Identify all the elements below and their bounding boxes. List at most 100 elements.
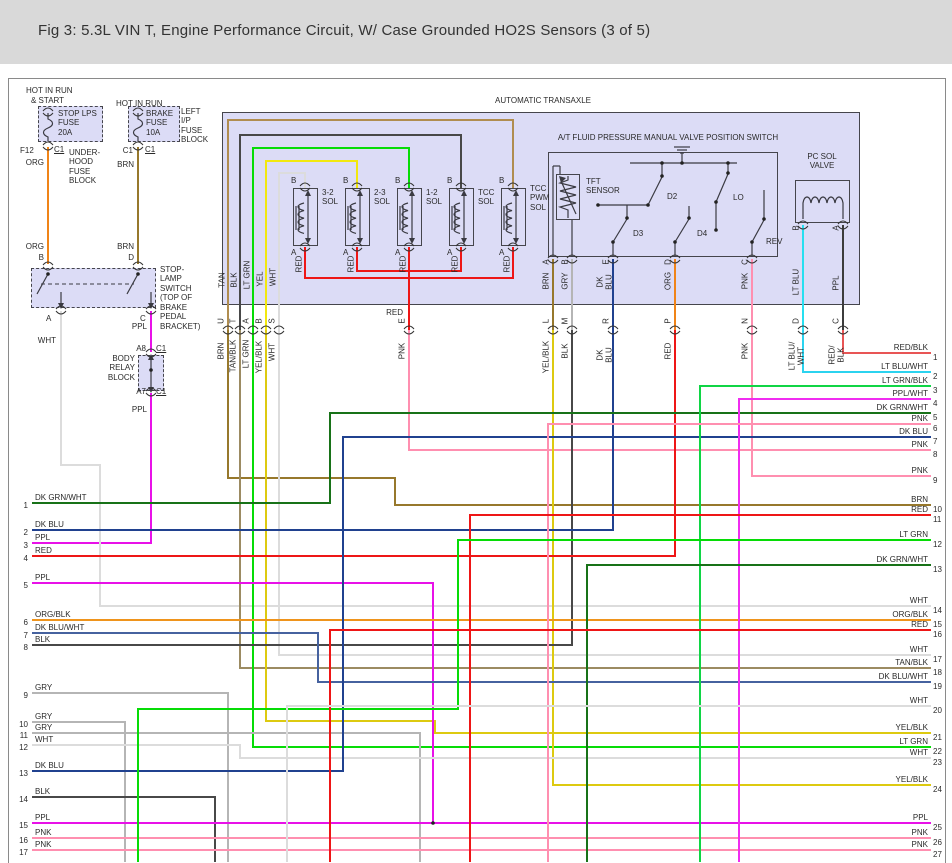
solenoid-2-3 [345, 188, 370, 246]
diagram-label: TFT SENSOR [586, 177, 620, 196]
right-stub-number: 10 [933, 505, 942, 514]
diagram-label: PPL [131, 322, 147, 331]
right-stub-number: 8 [933, 450, 938, 459]
wire-lt_grn [252, 147, 410, 149]
stop-lamp-switch-box [31, 268, 156, 308]
right-stub-number: 18 [933, 668, 942, 677]
diagram-label: PPL [831, 275, 841, 291]
left-stub-label: DK BLU/WHT [35, 623, 85, 632]
right-stub-label: DK BLU/WHT [878, 672, 928, 681]
wire-yel_blk [265, 330, 267, 722]
solenoid-tcc-pwm [501, 188, 526, 246]
diagram-label: RED [502, 255, 512, 273]
right-stub-label: PNK [911, 414, 928, 423]
right-stub-label: PNK [911, 440, 928, 449]
left-stub-number: 5 [23, 581, 28, 590]
diagram-label: BODY RELAY BLOCK [107, 354, 135, 382]
wire-lt_blu [802, 225, 804, 330]
wire-red [469, 514, 471, 862]
wire-red [512, 247, 514, 279]
wire-red [674, 330, 676, 557]
right-stub-label: WHT [909, 645, 928, 654]
left-stub-number: 17 [19, 848, 28, 857]
wire-ppl [150, 311, 152, 352]
left-stub-label: WHT [35, 735, 54, 744]
left-stub-number: 16 [19, 836, 28, 845]
wire-wht [278, 172, 306, 174]
diagram-label: C1 [122, 146, 133, 155]
diagram-label: AUTOMATIC TRANSAXLE [494, 96, 592, 105]
diagram-label: YEL [255, 271, 265, 287]
right-stub-label: DK GRN/WHT [876, 555, 928, 564]
diagram-label: L [541, 318, 551, 324]
right-stub-number: 7 [933, 437, 938, 446]
right-stub-number: 14 [933, 606, 942, 615]
left-stub-label: PPL [35, 533, 51, 542]
wire-pnk [751, 259, 753, 330]
wire-yel [356, 160, 358, 188]
diagram-label: A8 [136, 344, 146, 353]
diagram-label: 3-2 SOL [322, 188, 339, 207]
wire-gry [571, 259, 573, 330]
diagram-label: C [831, 318, 841, 324]
left-stub-label: RED [35, 546, 52, 555]
diagram-label: C [740, 259, 750, 265]
diagram-label: WHT [267, 342, 277, 362]
diagram-label: PNK [740, 272, 750, 290]
diagram-label: RED [386, 308, 403, 317]
diagram-label: 2-3 SOL [374, 188, 391, 207]
wire-lt_grn [408, 147, 410, 188]
diagram-label: B [560, 259, 570, 265]
wire-brn [552, 259, 554, 330]
diagram-label: B [291, 176, 297, 185]
right-stub-number: 21 [933, 733, 942, 742]
wire-tan [227, 119, 229, 330]
solenoid-1-2 [397, 188, 422, 246]
left-stub-number: 15 [19, 821, 28, 830]
wire-red [356, 247, 358, 272]
wire-lt_grn_blk [699, 385, 701, 862]
body-relay-box [138, 355, 164, 391]
left-stub-label: DK GRN/WHT [35, 493, 87, 502]
right-stub-label: PNK [911, 828, 928, 837]
wire-brn [394, 477, 396, 506]
diagram-label: A/T FLUID PRESSURE MANUAL VALVE POSITION… [557, 133, 779, 142]
diagram-label: A [831, 225, 841, 231]
diagram-label: WHT [268, 267, 278, 287]
left-stub-label: BLK [35, 787, 51, 796]
diagram-label: B [499, 176, 505, 185]
right-stub-label: RED [911, 505, 928, 514]
right-stub-label: RED/BLK [893, 343, 928, 352]
right-stub-label: WHT [909, 748, 928, 757]
wire-pnk [408, 330, 410, 451]
diagram-label: RED [450, 255, 460, 273]
wire-pnk [547, 423, 549, 862]
wire-blk [460, 134, 462, 188]
right-stub-label: DK GRN/WHT [876, 403, 928, 412]
diagram-label: HOT IN RUN [116, 99, 163, 108]
left-stub-number: 12 [19, 743, 28, 752]
diagram-label: P [663, 318, 673, 324]
diagram-label: R [601, 318, 611, 324]
diagram-label: RED [663, 342, 673, 360]
diagram-label: HOT IN RUN [26, 86, 73, 95]
diagram-label: D [663, 259, 673, 265]
right-stub-number: 23 [933, 758, 942, 767]
diagram-label: BRAKE FUSE 10A [146, 109, 174, 137]
left-stub-label: DK BLU [35, 520, 64, 529]
diagram-label: REV [766, 237, 783, 246]
diagram-label: ORG [663, 271, 673, 291]
diagram-label: PNK [397, 342, 407, 360]
right-stub-label: WHT [909, 596, 928, 605]
diagram-label: DK BLU [595, 347, 614, 363]
wire-wht [278, 330, 280, 656]
left-stub-number: 6 [23, 618, 28, 627]
right-stub-number: 17 [933, 655, 942, 664]
wire-lt_grn [137, 708, 139, 862]
wiring-diagram: HOT IN RUN & START HOT IN RUN STOP LPS FUSE… [0, 0, 952, 863]
diagram-label: RED [398, 255, 408, 273]
left-stub-label: GRY [35, 712, 53, 721]
wire-yel [265, 160, 267, 330]
diagram-label: A [241, 318, 251, 324]
solenoid-tcc [449, 188, 474, 246]
